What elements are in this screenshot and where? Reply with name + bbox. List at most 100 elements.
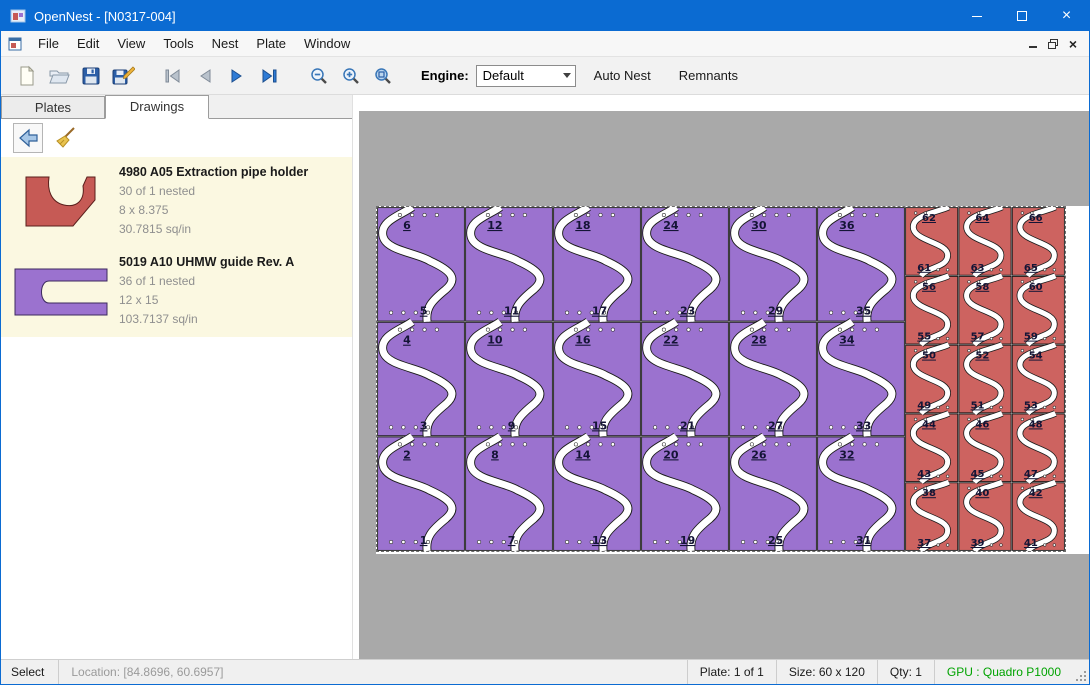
app-window: OpenNest - [N0317-004] × File Edit View … bbox=[0, 0, 1090, 685]
svg-text:2: 2 bbox=[403, 448, 411, 461]
chevron-down-icon[interactable] bbox=[559, 66, 575, 86]
purple-part-shape bbox=[13, 265, 109, 319]
tab-drawings[interactable]: Drawings bbox=[105, 95, 209, 119]
svg-text:35: 35 bbox=[856, 305, 871, 318]
save-as-button[interactable] bbox=[107, 61, 139, 91]
list-item[interactable]: 4980 A05 Extraction pipe holder 30 of 1 … bbox=[1, 157, 352, 247]
app-icon bbox=[10, 8, 26, 24]
svg-text:46: 46 bbox=[975, 419, 989, 430]
svg-text:25: 25 bbox=[768, 534, 783, 547]
nest-plate[interactable]: 6512111817242330293635431091615222128273… bbox=[377, 207, 1065, 551]
zoom-fit-button[interactable] bbox=[367, 61, 399, 91]
first-plate-button[interactable] bbox=[157, 61, 189, 91]
menu-edit[interactable]: Edit bbox=[68, 32, 108, 55]
engine-value: Default bbox=[483, 68, 524, 83]
part-thumbnail bbox=[9, 174, 113, 230]
new-file-icon bbox=[16, 65, 38, 87]
menu-view[interactable]: View bbox=[108, 32, 154, 55]
next-plate-button[interactable] bbox=[221, 61, 253, 91]
close-button[interactable]: × bbox=[1044, 1, 1089, 31]
previous-icon bbox=[195, 67, 215, 85]
list-item[interactable]: 5019 A10 UHMW guide Rev. A 36 of 1 neste… bbox=[1, 247, 352, 337]
svg-text:48: 48 bbox=[1029, 419, 1043, 430]
svg-text:36: 36 bbox=[839, 219, 855, 232]
part-size: 8 x 8.375 bbox=[119, 201, 346, 220]
svg-text:13: 13 bbox=[592, 534, 607, 547]
menu-window[interactable]: Window bbox=[295, 32, 359, 55]
close-icon: × bbox=[1062, 8, 1071, 24]
remnants-button[interactable]: Remnants bbox=[669, 62, 748, 89]
svg-text:10: 10 bbox=[487, 334, 503, 347]
left-panel: Plates Drawings bbox=[1, 95, 353, 659]
clear-button[interactable] bbox=[51, 123, 81, 153]
open-button[interactable] bbox=[43, 61, 75, 91]
zoom-in-icon bbox=[341, 66, 361, 86]
svg-text:47: 47 bbox=[1024, 469, 1038, 480]
menu-nest[interactable]: Nest bbox=[203, 32, 248, 55]
svg-text:15: 15 bbox=[592, 419, 607, 432]
svg-text:49: 49 bbox=[917, 400, 931, 411]
minimize-button[interactable] bbox=[954, 1, 999, 31]
new-button[interactable] bbox=[11, 61, 43, 91]
svg-text:54: 54 bbox=[1029, 351, 1043, 362]
svg-text:63: 63 bbox=[971, 263, 985, 274]
part-nested: 30 of 1 nested bbox=[119, 182, 346, 201]
mdi-restore-icon bbox=[1047, 38, 1059, 50]
mdi-close-button[interactable]: × bbox=[1063, 35, 1083, 53]
gpu-indicator: GPU : Quadro P1000 bbox=[934, 660, 1073, 684]
menu-file[interactable]: File bbox=[29, 32, 68, 55]
statusbar-right: Plate: 1 of 1 Size: 60 x 120 Qty: 1 GPU … bbox=[687, 660, 1089, 684]
panel-tabs: Plates Drawings bbox=[1, 95, 352, 119]
part-nested: 36 of 1 nested bbox=[119, 272, 346, 291]
svg-text:43: 43 bbox=[917, 469, 931, 480]
svg-text:18: 18 bbox=[575, 219, 590, 232]
window-controls: × bbox=[954, 1, 1089, 31]
last-plate-button[interactable] bbox=[253, 61, 285, 91]
svg-text:28: 28 bbox=[751, 334, 766, 347]
svg-text:61: 61 bbox=[917, 263, 931, 274]
engine-select[interactable]: Default bbox=[476, 65, 576, 87]
zoom-in-button[interactable] bbox=[335, 61, 367, 91]
svg-text:40: 40 bbox=[975, 488, 989, 499]
svg-text:14: 14 bbox=[575, 448, 591, 461]
svg-text:16: 16 bbox=[575, 334, 591, 347]
svg-text:59: 59 bbox=[1024, 332, 1038, 343]
tab-plates[interactable]: Plates bbox=[1, 96, 105, 118]
svg-text:34: 34 bbox=[839, 334, 855, 347]
zoom-out-button[interactable] bbox=[303, 61, 335, 91]
part-title: 4980 A05 Extraction pipe holder bbox=[119, 165, 346, 179]
plate-outline: 6512111817242330293635431091615222128273… bbox=[376, 206, 1066, 552]
mdi-minimize-button[interactable] bbox=[1023, 35, 1043, 53]
save-button[interactable] bbox=[75, 61, 107, 91]
maximize-button[interactable] bbox=[999, 1, 1044, 31]
svg-text:41: 41 bbox=[1024, 538, 1038, 549]
first-icon bbox=[163, 67, 183, 85]
red-part-shape bbox=[23, 174, 99, 230]
svg-text:20: 20 bbox=[663, 448, 679, 461]
zoom-fit-icon bbox=[373, 66, 393, 86]
resize-grip[interactable] bbox=[1073, 660, 1089, 684]
svg-text:60: 60 bbox=[1029, 282, 1043, 293]
plate-indicator: Plate: 1 of 1 bbox=[687, 660, 776, 684]
menu-tools[interactable]: Tools bbox=[154, 32, 202, 55]
part-title: 5019 A10 UHMW guide Rev. A bbox=[119, 255, 346, 269]
send-to-nest-button[interactable] bbox=[13, 123, 43, 153]
svg-text:30: 30 bbox=[751, 219, 767, 232]
mdi-close-icon: × bbox=[1069, 37, 1077, 51]
main-area: 6512111817242330293635431091615222128273… bbox=[353, 95, 1089, 659]
nest-canvas[interactable]: 6512111817242330293635431091615222128273… bbox=[359, 111, 1089, 659]
drawings-toolbar bbox=[1, 119, 352, 157]
menu-plate[interactable]: Plate bbox=[247, 32, 295, 55]
engine-label: Engine: bbox=[421, 68, 469, 83]
sheet-page: 6512111817242330293635431091615222128273… bbox=[376, 206, 1089, 554]
svg-text:1: 1 bbox=[420, 534, 428, 547]
svg-text:51: 51 bbox=[971, 400, 985, 411]
menubar: File Edit View Tools Nest Plate Window × bbox=[1, 31, 1089, 57]
previous-plate-button[interactable] bbox=[189, 61, 221, 91]
svg-text:56: 56 bbox=[922, 282, 936, 293]
mdi-restore-button[interactable] bbox=[1043, 35, 1063, 53]
statusbar-left: Select Location: [84.8696, 60.6957] bbox=[1, 660, 236, 684]
open-folder-icon bbox=[48, 65, 70, 87]
auto-nest-button[interactable]: Auto Nest bbox=[584, 62, 661, 89]
location-indicator: Location: [84.8696, 60.6957] bbox=[59, 665, 235, 679]
